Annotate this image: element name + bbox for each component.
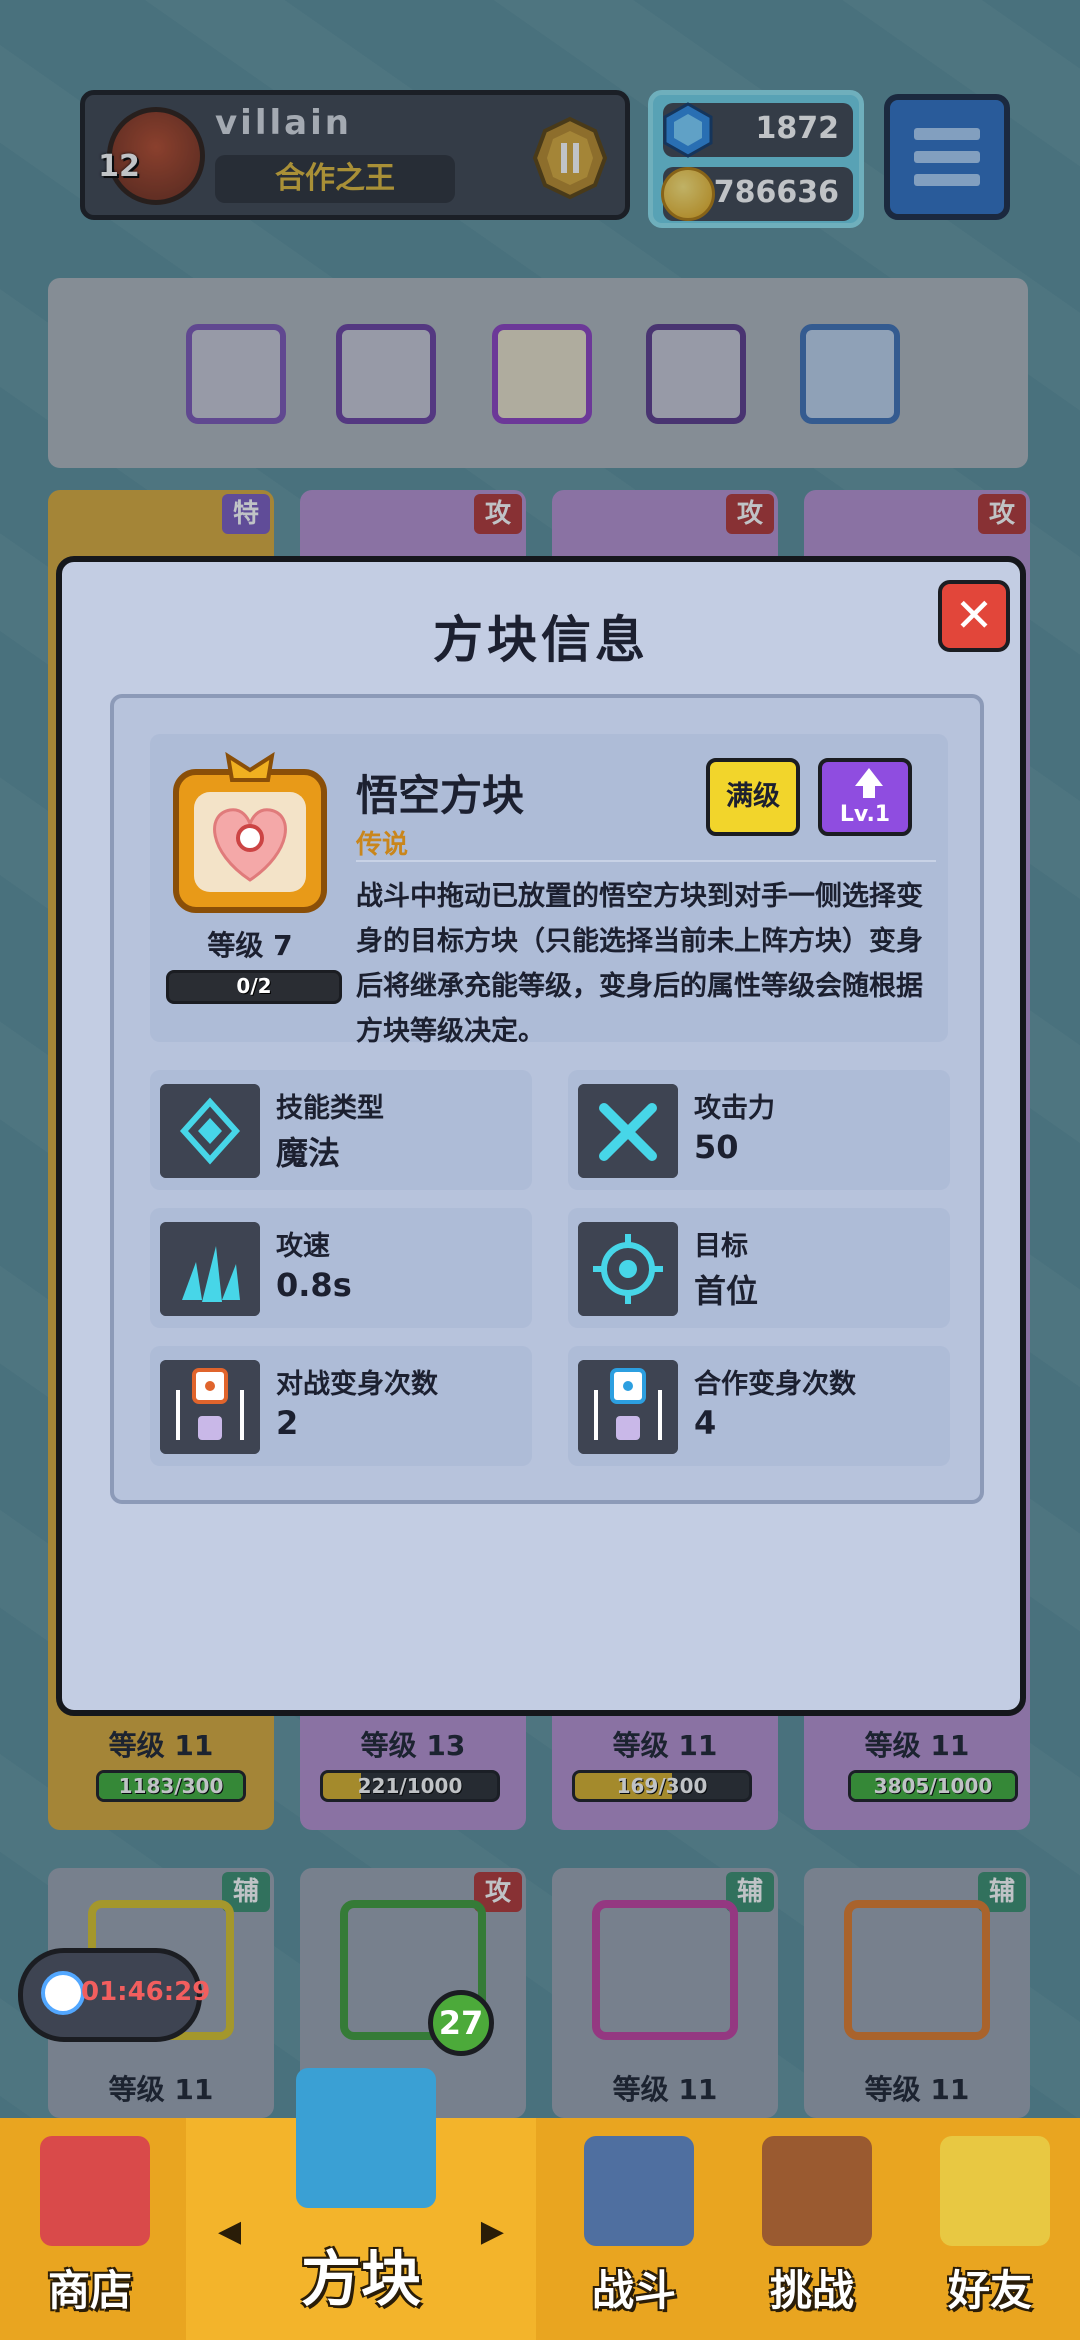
attack-speed-icon — [160, 1222, 260, 1316]
level-up-label: Lv.1 — [839, 802, 891, 827]
nav-label: 挑战 — [769, 2266, 854, 2315]
skill-type-icon — [160, 1084, 260, 1178]
dice-box-icon — [296, 2068, 436, 2208]
stat-value: 50 — [694, 1128, 739, 1166]
up-arrow-icon-stem — [863, 784, 875, 798]
stat-coop-transform: 合作变身次数 4 — [568, 1346, 950, 1466]
clock-icon — [41, 1971, 85, 2015]
shop-icon — [40, 2136, 150, 2246]
nav-friends[interactable]: 好友 — [900, 2118, 1080, 2340]
stat-label: 合作变身次数 — [694, 1369, 856, 1400]
stat-value: 魔法 — [276, 1134, 341, 1172]
stat-target: 目标 首位 — [568, 1208, 950, 1328]
nav-label: 方块 — [301, 2245, 421, 2315]
transform-coop-icon — [578, 1360, 678, 1454]
nav-label: 战斗 — [591, 2266, 676, 2315]
stat-attack: 攻击力 50 — [568, 1070, 950, 1190]
stat-value: 2 — [276, 1404, 299, 1442]
nav-challenge[interactable]: 挑战 — [722, 2118, 902, 2340]
close-button[interactable]: ✕ — [938, 580, 1010, 652]
block-progress-bar: 0/2 — [166, 970, 342, 1004]
stat-battle-transform: 对战变身次数 2 — [150, 1346, 532, 1466]
bottom-navigation: 商店 ◀ ▶ 方块 战斗 挑战 好友 — [0, 2068, 1080, 2340]
friends-icon — [940, 2136, 1050, 2246]
wukong-block-icon — [173, 752, 327, 913]
timer-text: 01:46:29 — [81, 1977, 211, 2007]
stat-skill-type: 技能类型 魔法 — [150, 1070, 532, 1190]
nav-label: 好友 — [947, 2266, 1032, 2315]
stat-label: 攻击力 — [694, 1093, 775, 1124]
divider — [356, 860, 936, 862]
battle-icon — [584, 2136, 694, 2246]
nav-label: 商店 — [47, 2266, 132, 2315]
event-timer[interactable]: 01:46:29 — [18, 1948, 210, 2042]
target-icon — [578, 1222, 678, 1316]
max-level-button[interactable]: 满级 — [706, 758, 800, 836]
nav-blocks[interactable]: ◀ ▶ 方块 — [186, 2068, 536, 2340]
block-level: 等级 7 — [207, 929, 293, 962]
level-up-button[interactable]: Lv.1 — [818, 758, 912, 836]
block-description: 战斗中拖动已放置的悟空方块到对手一侧选择变身的目标方块（只能选择当前未上阵方块）… — [356, 881, 923, 1047]
block-progress-text: 0/2 — [236, 974, 272, 998]
block-rarity: 传说 — [356, 830, 409, 860]
nav-shop[interactable]: 商店 — [0, 2118, 180, 2340]
stat-label: 技能类型 — [276, 1093, 384, 1124]
nav-battle[interactable]: 战斗 — [544, 2118, 724, 2340]
stat-label: 攻速 — [276, 1231, 330, 1262]
stat-label: 对战变身次数 — [276, 1369, 438, 1400]
modal-title: 方块信息 — [433, 611, 649, 669]
stat-value: 4 — [694, 1404, 717, 1442]
crossed-swords-icon — [578, 1084, 678, 1178]
modal-content: 等级 7 0/2 悟空方块 传说 满级 Lv.1 战斗中拖动已放置的悟空方块到对… — [110, 694, 984, 1504]
transform-battle-icon — [160, 1360, 260, 1454]
challenge-icon — [762, 2136, 872, 2246]
block-info-modal: 方块信息 ✕ 等级 7 0/2 悟空方块 传说 满级 Lv.1 战斗中拖动已放置… — [56, 556, 1026, 1716]
stat-value: 0.8s — [276, 1266, 352, 1304]
stat-label: 目标 — [694, 1231, 748, 1262]
block-info-card: 等级 7 0/2 悟空方块 传说 满级 Lv.1 战斗中拖动已放置的悟空方块到对… — [150, 734, 948, 1047]
block-name: 悟空方块 — [356, 771, 525, 820]
stat-attack-speed: 攻速 0.8s — [150, 1208, 532, 1328]
dice-count-badge: 27 — [428, 1990, 494, 2056]
stat-value: 首位 — [694, 1272, 759, 1310]
